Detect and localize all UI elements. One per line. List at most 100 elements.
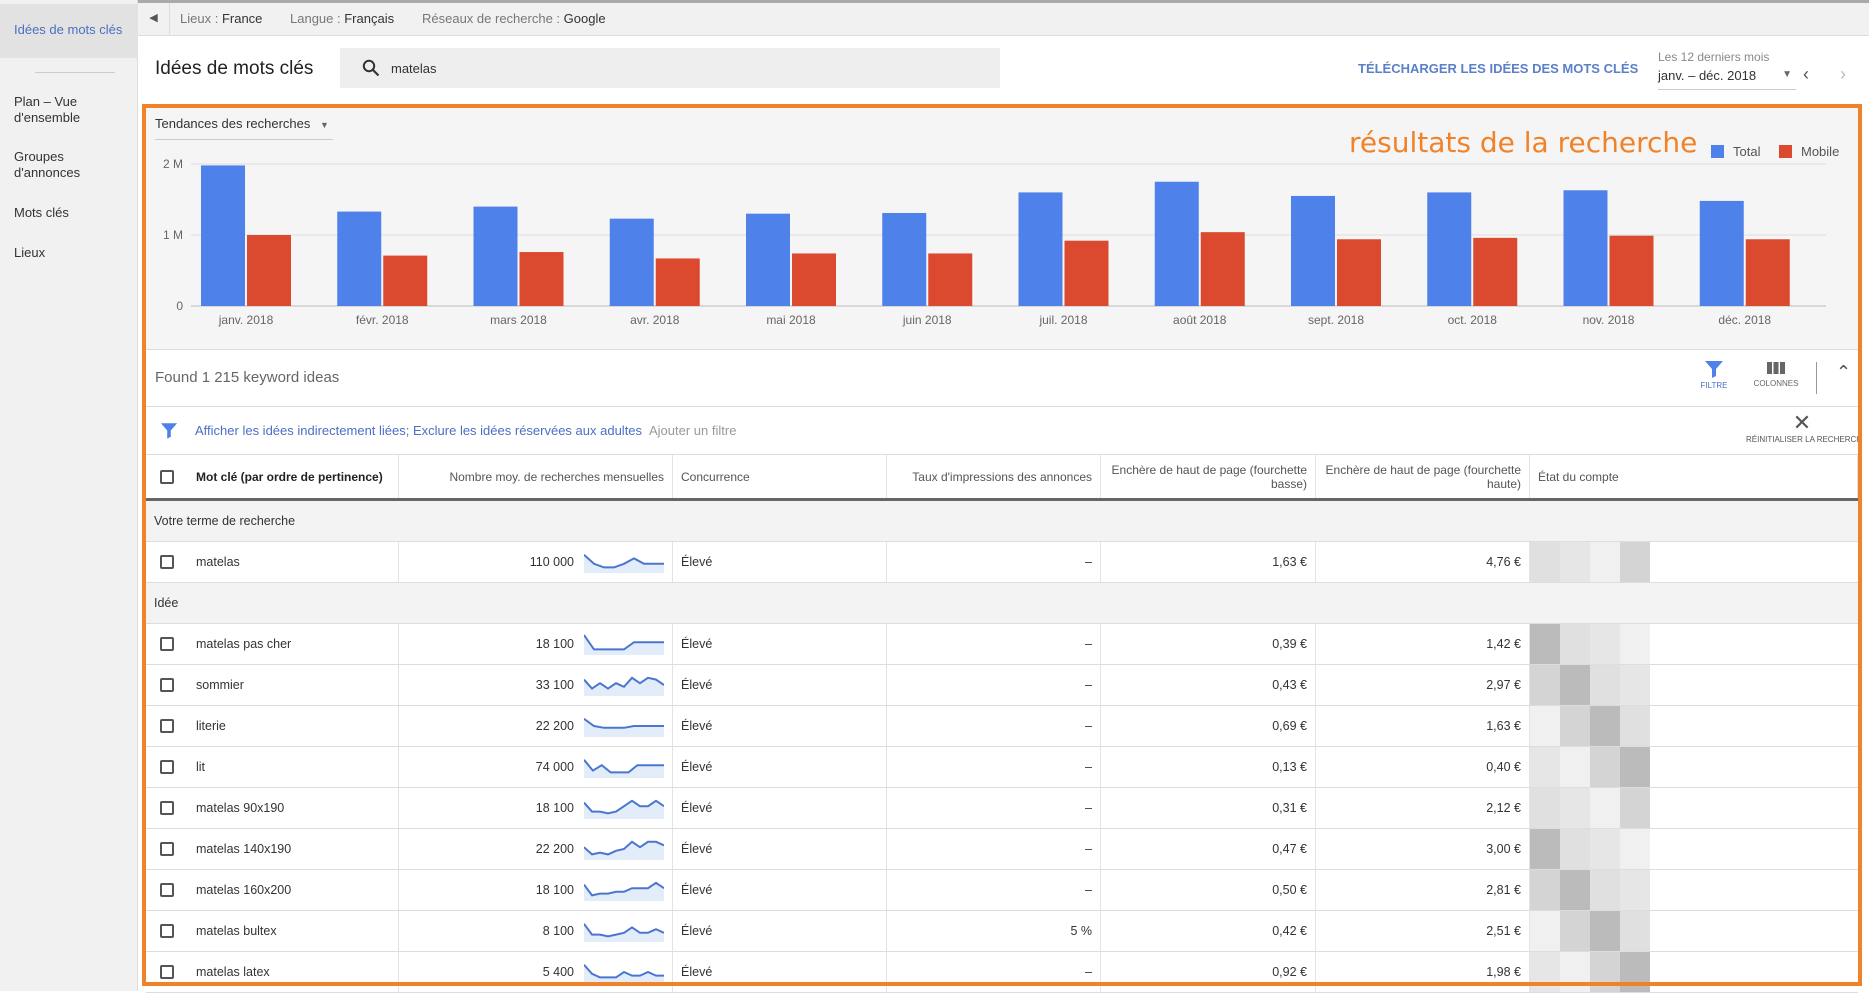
bar-mobile[interactable] [1473,237,1518,306]
blurred-status-block [1620,542,1650,582]
bar-total[interactable] [1018,192,1063,306]
blurred-status-block [1530,788,1560,828]
period-select[interactable]: janv. – déc. 2018 ▼ [1658,68,1796,90]
sidebar-item-overview[interactable]: Plan – Vue d'ensemble [14,94,129,126]
bar-total[interactable] [746,213,790,306]
bar-mobile[interactable] [1745,239,1790,306]
checkbox-cell[interactable] [146,870,188,910]
bar-mobile[interactable] [519,252,564,306]
checkbox-cell[interactable] [146,911,188,951]
table-row: matelas bultex 8 100 Élevé 5 % 0,42 € 2,51 € [146,911,1858,952]
location-setting[interactable]: Lieux : France [180,11,262,26]
keyword-cell[interactable]: matelas bultex [188,911,399,951]
col-impression-share-header[interactable]: Taux d'impressions des annonces [887,455,1101,498]
bar-total[interactable] [1427,192,1472,306]
row-checkbox[interactable] [160,924,174,938]
reset-search-button[interactable]: ✕ RÉINITIALISER LA RECHERCHE [1746,411,1858,444]
account-status-cell [1530,542,1858,582]
bar-total[interactable] [882,212,927,306]
row-checkbox[interactable] [160,719,174,733]
keyword-cell[interactable]: matelas 140x190 [188,829,399,869]
collapse-sidebar-icon[interactable]: ◀ [138,3,170,36]
checkbox-cell[interactable] [146,665,188,705]
row-checkbox[interactable] [160,760,174,774]
next-period-icon[interactable]: › [1840,64,1846,85]
bar-total[interactable] [201,165,245,306]
bar-total[interactable] [609,218,654,306]
row-checkbox[interactable] [160,678,174,692]
sidebar-item-locations[interactable]: Lieux [14,245,129,261]
search-input[interactable]: matelas [340,48,1000,88]
bar-mobile[interactable] [383,255,428,306]
keyword-cell[interactable]: matelas pas cher [188,624,399,664]
bar-mobile[interactable] [928,253,973,306]
checkbox-cell[interactable] [146,829,188,869]
bar-mobile[interactable] [1064,240,1109,306]
col-bid-high-header[interactable]: Enchère de haut de page (fourchette haut… [1316,455,1530,498]
col-avg-searches-header[interactable]: Nombre moy. de recherches mensuelles [399,455,673,498]
sidebar-item-ad-groups[interactable]: Groupes d'annonces [14,149,129,181]
bar-mobile[interactable] [1200,232,1245,306]
bar-total[interactable] [1563,190,1608,306]
bar-mobile[interactable] [792,253,836,306]
row-checkbox[interactable] [160,469,174,484]
keyword-cell[interactable]: sommier [188,665,399,705]
bar-total[interactable] [1154,181,1199,306]
checkbox-cell[interactable] [146,542,188,582]
bar-mobile[interactable] [247,235,291,306]
y-tick-label: 0 [176,299,183,313]
bid-low-cell: 0,92 € [1101,952,1316,992]
row-checkbox[interactable] [160,637,174,651]
bar-total[interactable] [337,211,382,306]
bar-mobile[interactable] [655,258,700,306]
previous-period-icon[interactable]: ‹ [1803,64,1809,85]
row-checkbox[interactable] [160,555,174,569]
page-title: Idées de mots clés [155,58,314,79]
filter-icon [1705,361,1723,378]
col-competition-header[interactable]: Concurrence [673,455,887,498]
checkbox-cell[interactable] [146,952,188,992]
checkbox-cell[interactable] [146,788,188,828]
avg-searches-cell: 110 000 [399,542,673,582]
keyword-cell[interactable]: matelas latex [188,952,399,992]
bar-total[interactable] [1291,195,1335,306]
checkbox-cell[interactable] [146,747,188,787]
period-value: janv. – déc. 2018 [1658,68,1757,83]
table-row: matelas 90x190 18 100 Élevé – 0,31 € 2,12 € [146,788,1858,829]
col-bid-low-header[interactable]: Enchère de haut de page (fourchette bass… [1101,455,1316,498]
sidebar-item-keywords[interactable]: Mots clés [14,205,129,221]
columns-button[interactable]: COLONNES [1751,360,1801,388]
account-status-cell [1530,952,1858,992]
row-checkbox[interactable] [160,801,174,815]
sidebar-item-keyword-ideas[interactable]: Idées de mots clés [0,4,138,58]
keyword-cell[interactable]: lit [188,747,399,787]
active-filters-link[interactable]: Afficher les idées indirectement liées; … [195,423,642,438]
filter-button[interactable]: FILTRE [1694,360,1734,390]
keyword-cell[interactable]: matelas 160x200 [188,870,399,910]
keyword-cell[interactable]: matelas 90x190 [188,788,399,828]
col-account-status-header[interactable]: État du compte [1530,455,1858,498]
bar-total[interactable] [1699,200,1744,306]
competition-value: Élevé [681,842,713,856]
row-checkbox[interactable] [160,842,174,856]
select-all-cell[interactable] [146,455,188,498]
avg-searches-value: 5 400 [542,965,574,979]
language-setting[interactable]: Langue : Français [290,11,394,26]
checkbox-cell[interactable] [146,624,188,664]
blurred-status-block [1620,624,1650,664]
add-filter-link[interactable]: Ajouter un filtre [649,423,736,438]
network-setting[interactable]: Réseaux de recherche : Google [422,11,606,26]
checkbox-cell[interactable] [146,706,188,746]
row-checkbox[interactable] [160,883,174,897]
row-checkbox[interactable] [160,965,174,979]
col-keyword-header[interactable]: Mot clé (par ordre de pertinence) [188,455,399,498]
bar-mobile[interactable] [1609,235,1654,306]
keyword-cell[interactable]: literie [188,706,399,746]
collapse-chevron-up-icon[interactable]: ⌃ [1836,362,1851,383]
bar-total[interactable] [473,206,518,306]
download-keyword-ideas-button[interactable]: TÉLÉCHARGER LES IDÉES DES MOTS CLÉS [1358,61,1638,76]
blurred-status-block [1620,952,1650,992]
keyword-cell[interactable]: matelas [188,542,399,582]
account-status-cell [1530,911,1858,951]
bar-mobile[interactable] [1337,239,1381,306]
